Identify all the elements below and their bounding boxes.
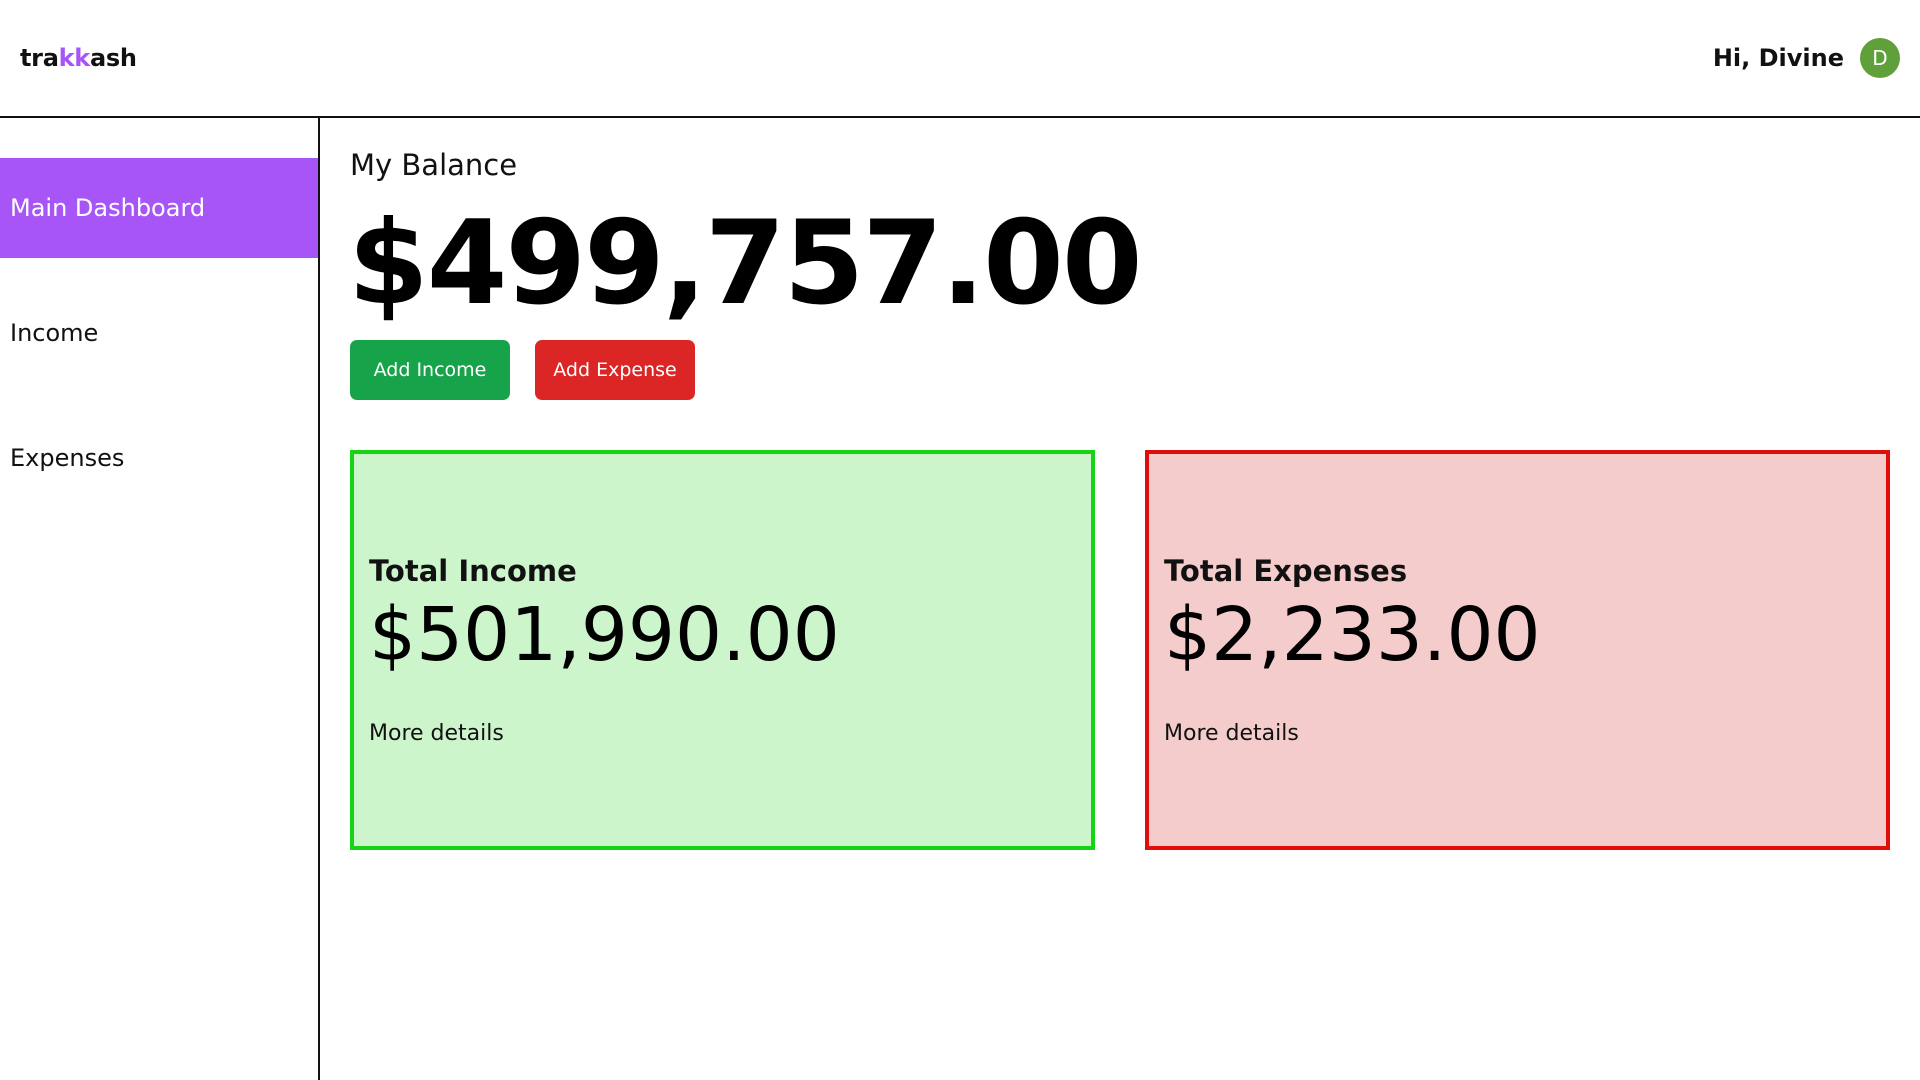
total-income-title: Total Income	[369, 554, 577, 588]
income-more-details-link[interactable]: More details	[369, 721, 504, 746]
sidebar-item-income[interactable]: Income	[0, 283, 318, 383]
add-expense-button[interactable]: Add Expense	[535, 340, 695, 400]
add-income-button[interactable]: Add Income	[350, 340, 510, 400]
sidebar-item-main-dashboard[interactable]: Main Dashboard	[0, 158, 318, 258]
expenses-more-details-link[interactable]: More details	[1164, 721, 1299, 746]
logo-accent: kk	[58, 44, 91, 72]
logo-suffix: ash	[89, 44, 137, 72]
total-income-amount: $501,990.00	[369, 592, 840, 678]
total-income-card: Total Income $501,990.00 More details	[350, 450, 1095, 850]
top-header: trakkash Hi, Divine D	[0, 0, 1920, 118]
sidebar-item-expenses[interactable]: Expenses	[0, 408, 318, 508]
app-root: trakkash Hi, Divine D Main Dashboard Inc…	[0, 0, 1920, 1080]
total-expenses-card: Total Expenses $2,233.00 More details	[1145, 450, 1890, 850]
app-logo[interactable]: trakkash	[20, 44, 137, 72]
sidebar-item-label: Income	[10, 319, 99, 347]
balance-label: My Balance	[350, 148, 518, 182]
sidebar: Main Dashboard Income Expenses	[0, 118, 320, 1080]
balance-amount: $499,757.00	[348, 196, 1143, 331]
total-expenses-title: Total Expenses	[1164, 554, 1408, 588]
sidebar-item-label: Expenses	[10, 444, 125, 472]
logo-prefix: tra	[20, 44, 59, 72]
avatar[interactable]: D	[1860, 38, 1900, 78]
user-menu[interactable]: Hi, Divine D	[1713, 38, 1900, 78]
total-expenses-amount: $2,233.00	[1164, 592, 1541, 678]
sidebar-item-label: Main Dashboard	[10, 194, 206, 222]
user-greeting: Hi, Divine	[1712, 44, 1844, 72]
